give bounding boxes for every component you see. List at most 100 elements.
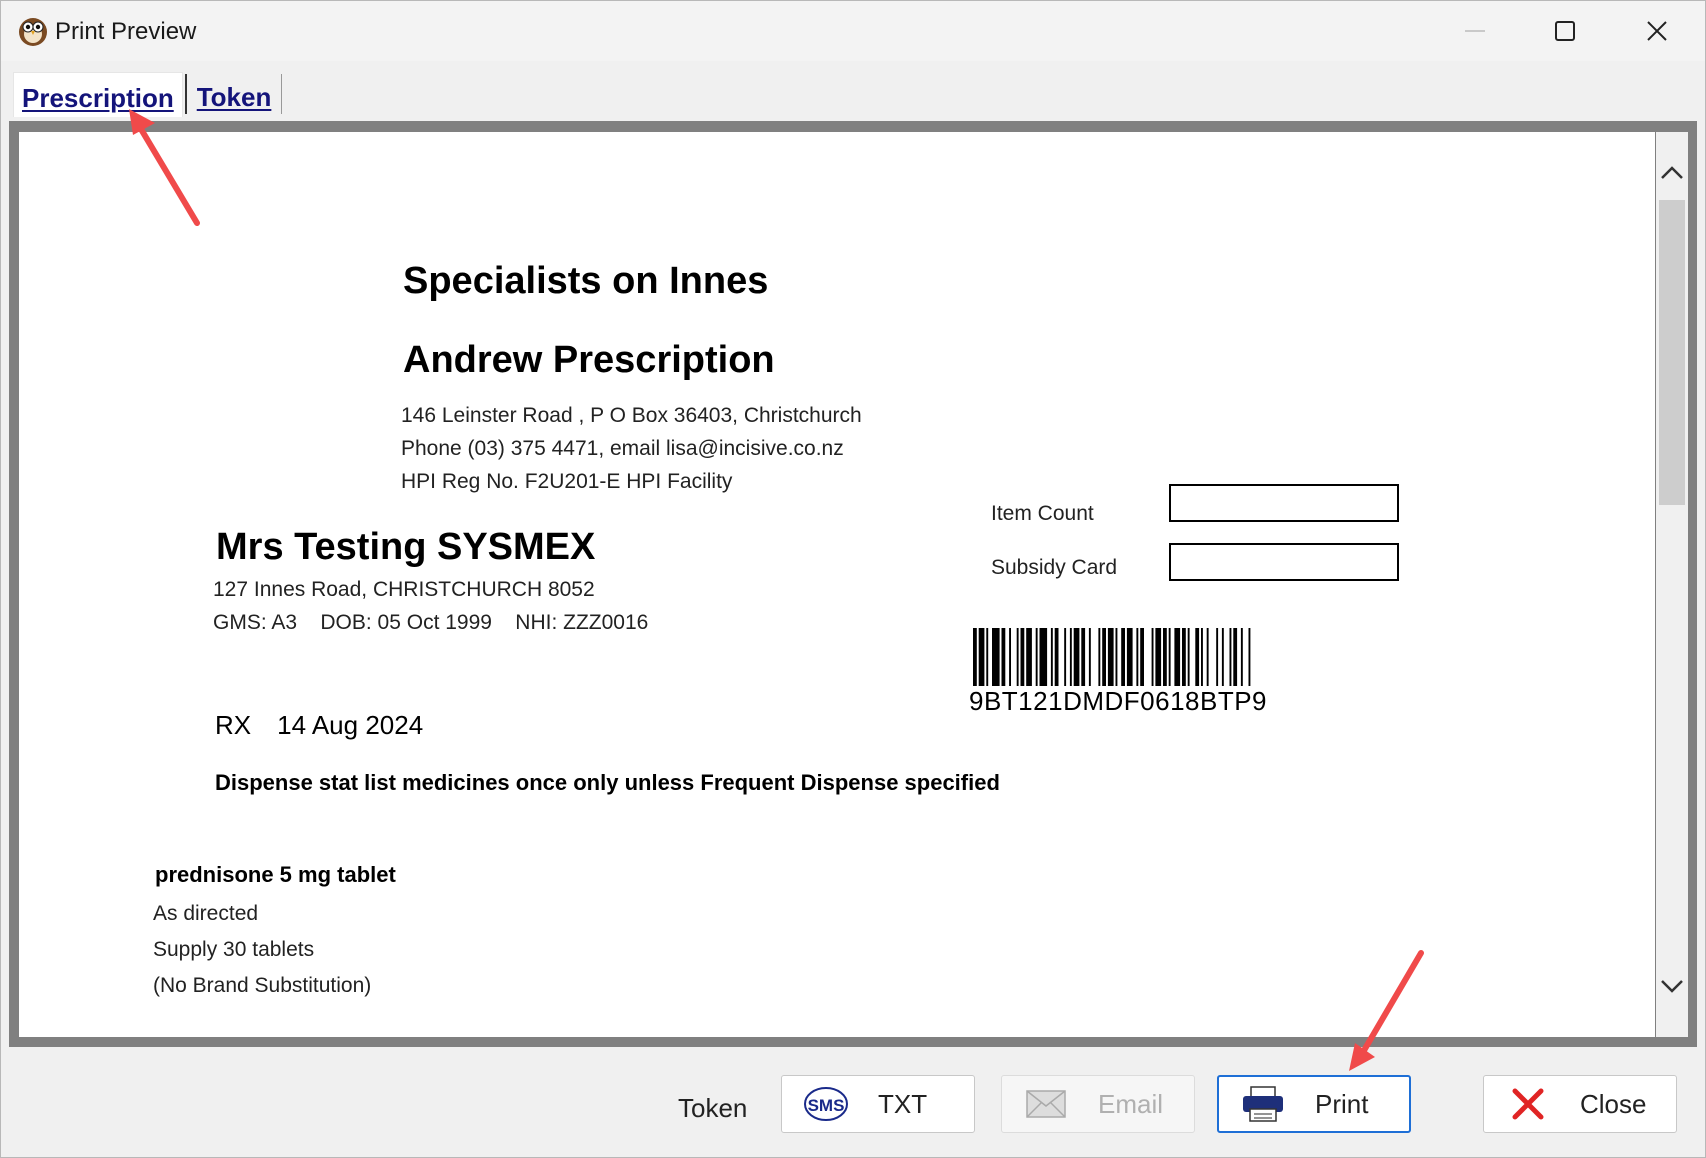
sms-icon: SMS xyxy=(804,1086,848,1122)
barcode-bar xyxy=(992,628,1000,686)
medication-substitution: (No Brand Substitution) xyxy=(153,974,372,997)
barcode-bar xyxy=(1174,628,1181,686)
close-icon xyxy=(1647,21,1667,41)
barcode-bar xyxy=(1136,628,1139,686)
barcode-bar xyxy=(1240,628,1243,686)
barcode-bar xyxy=(1001,628,1006,686)
barcode-bar xyxy=(1088,628,1091,686)
barcode-bar xyxy=(1195,628,1200,686)
barcode-bar xyxy=(1155,628,1162,686)
item-count-label: Item Count xyxy=(991,502,1094,525)
practice-hpi: HPI Reg No. F2U201-E HPI Facility xyxy=(401,470,733,493)
vertical-scrollbar[interactable] xyxy=(1656,132,1688,1037)
medication-directions: As directed xyxy=(153,902,259,925)
barcode-bar xyxy=(1098,628,1101,686)
barcode-bar xyxy=(1216,628,1219,686)
rx-date: 14 Aug 2024 xyxy=(277,710,424,740)
dispense-note: Dispense stat list medicines once only u… xyxy=(215,770,1000,795)
barcode-bar xyxy=(1102,628,1106,686)
practice-address: 146 Leinster Road , P O Box 36403, Chris… xyxy=(401,404,862,427)
barcode-bar xyxy=(973,628,977,686)
barcode-bar xyxy=(1054,628,1059,686)
patient-details: GMS: A3 DOB: 05 Oct 1999 NHI: ZZZ0016 xyxy=(213,611,649,634)
barcode-bar xyxy=(1050,628,1053,686)
tab-divider xyxy=(281,74,283,114)
barcode-bar xyxy=(1064,628,1067,686)
medication-supply: Supply 30 tablets xyxy=(153,938,315,961)
patient-name: Mrs Testing SYSMEX xyxy=(216,526,596,568)
barcode-bar xyxy=(1016,628,1019,686)
printer-icon xyxy=(1241,1086,1285,1122)
patient-address: 127 Innes Road, CHRISTCHURCH 8052 xyxy=(213,578,595,601)
barcode-bar xyxy=(1009,628,1011,686)
barcode-bar xyxy=(1126,628,1133,686)
barcode-bar xyxy=(1020,628,1025,686)
barcode-bar xyxy=(1163,628,1167,686)
red-x-icon xyxy=(1506,1086,1550,1122)
envelope-icon xyxy=(1024,1086,1068,1122)
practice-contact: Phone (03) 375 4471, email lisa@incisive… xyxy=(401,437,844,460)
barcode-bar xyxy=(1168,628,1171,686)
barcode-bar xyxy=(1233,628,1238,686)
tab-token[interactable]: Token xyxy=(189,72,280,116)
preview-page[interactable]: Specialists on Innes Andrew Prescription… xyxy=(19,132,1655,1037)
barcode-bar xyxy=(1201,628,1203,686)
barcode-bar xyxy=(1039,628,1048,686)
barcode-bar xyxy=(978,628,985,686)
app-owl-icon xyxy=(19,18,47,46)
rx-label: RX xyxy=(215,710,252,740)
maximize-button[interactable] xyxy=(1519,1,1611,61)
txt-button[interactable]: SMS TXT xyxy=(781,1075,975,1133)
rx-line: RX 14 Aug 2024 xyxy=(215,710,423,741)
barcode-bar xyxy=(1206,628,1209,686)
tab-divider xyxy=(184,74,187,114)
barcode-bar xyxy=(1248,628,1251,686)
barcode-bar xyxy=(1073,628,1080,686)
close-button-label: Close xyxy=(1580,1088,1647,1119)
tab-prescription[interactable]: Prescription xyxy=(13,71,183,117)
tab-strip: Prescription Token xyxy=(13,71,283,117)
barcode-bar xyxy=(1107,628,1114,686)
txt-button-label: TXT xyxy=(878,1088,928,1119)
subsidy-card-box xyxy=(1169,543,1399,581)
maximize-icon xyxy=(1555,21,1575,41)
item-count-box xyxy=(1169,484,1399,522)
barcode-bar xyxy=(1081,628,1086,686)
window-title: Print Preview xyxy=(55,18,197,45)
medication-name: prednisone 5 mg tablet xyxy=(155,862,396,887)
token-label: Token xyxy=(678,1093,748,1123)
minimize-icon xyxy=(1465,30,1485,32)
print-button[interactable]: Print xyxy=(1217,1075,1411,1133)
barcode-bar xyxy=(1151,628,1154,686)
barcode-bar xyxy=(1229,628,1232,686)
chevron-up-icon xyxy=(1661,166,1683,179)
practice-name: Specialists on Innes xyxy=(403,260,769,302)
email-button-label: Email xyxy=(1098,1088,1164,1119)
scroll-up-button[interactable] xyxy=(1656,157,1688,187)
scroll-down-button[interactable] xyxy=(1656,972,1688,1002)
barcode-bar xyxy=(1026,628,1032,686)
print-preview-window: Print Preview Prescription Token Special… xyxy=(0,0,1706,1158)
svg-text:SMS: SMS xyxy=(808,1096,845,1115)
barcode xyxy=(973,628,1251,686)
barcode-bar xyxy=(1069,628,1072,686)
barcode-bar xyxy=(1140,628,1144,686)
barcode-bar xyxy=(1121,628,1125,686)
close-button[interactable]: Close xyxy=(1483,1075,1677,1133)
minimize-button[interactable] xyxy=(1429,1,1521,61)
print-button-label: Print xyxy=(1315,1088,1369,1119)
barcode-bar xyxy=(1187,628,1190,686)
barcode-bar xyxy=(1035,628,1038,686)
barcode-bar xyxy=(1182,628,1186,686)
barcode-bar xyxy=(1115,628,1118,686)
barcode-bar xyxy=(986,628,989,686)
title-bar: Print Preview xyxy=(1,1,1705,61)
doctor-name: Andrew Prescription xyxy=(403,339,775,381)
subsidy-card-label: Subsidy Card xyxy=(991,556,1118,579)
scroll-thumb[interactable] xyxy=(1659,200,1685,505)
barcode-bar xyxy=(1221,628,1224,686)
chevron-down-icon xyxy=(1661,980,1683,993)
barcode-text: 9BT121DMDF0618BTP9 xyxy=(969,686,1268,716)
window-close-button[interactable] xyxy=(1611,1,1703,61)
email-button[interactable]: Email xyxy=(1001,1075,1195,1133)
